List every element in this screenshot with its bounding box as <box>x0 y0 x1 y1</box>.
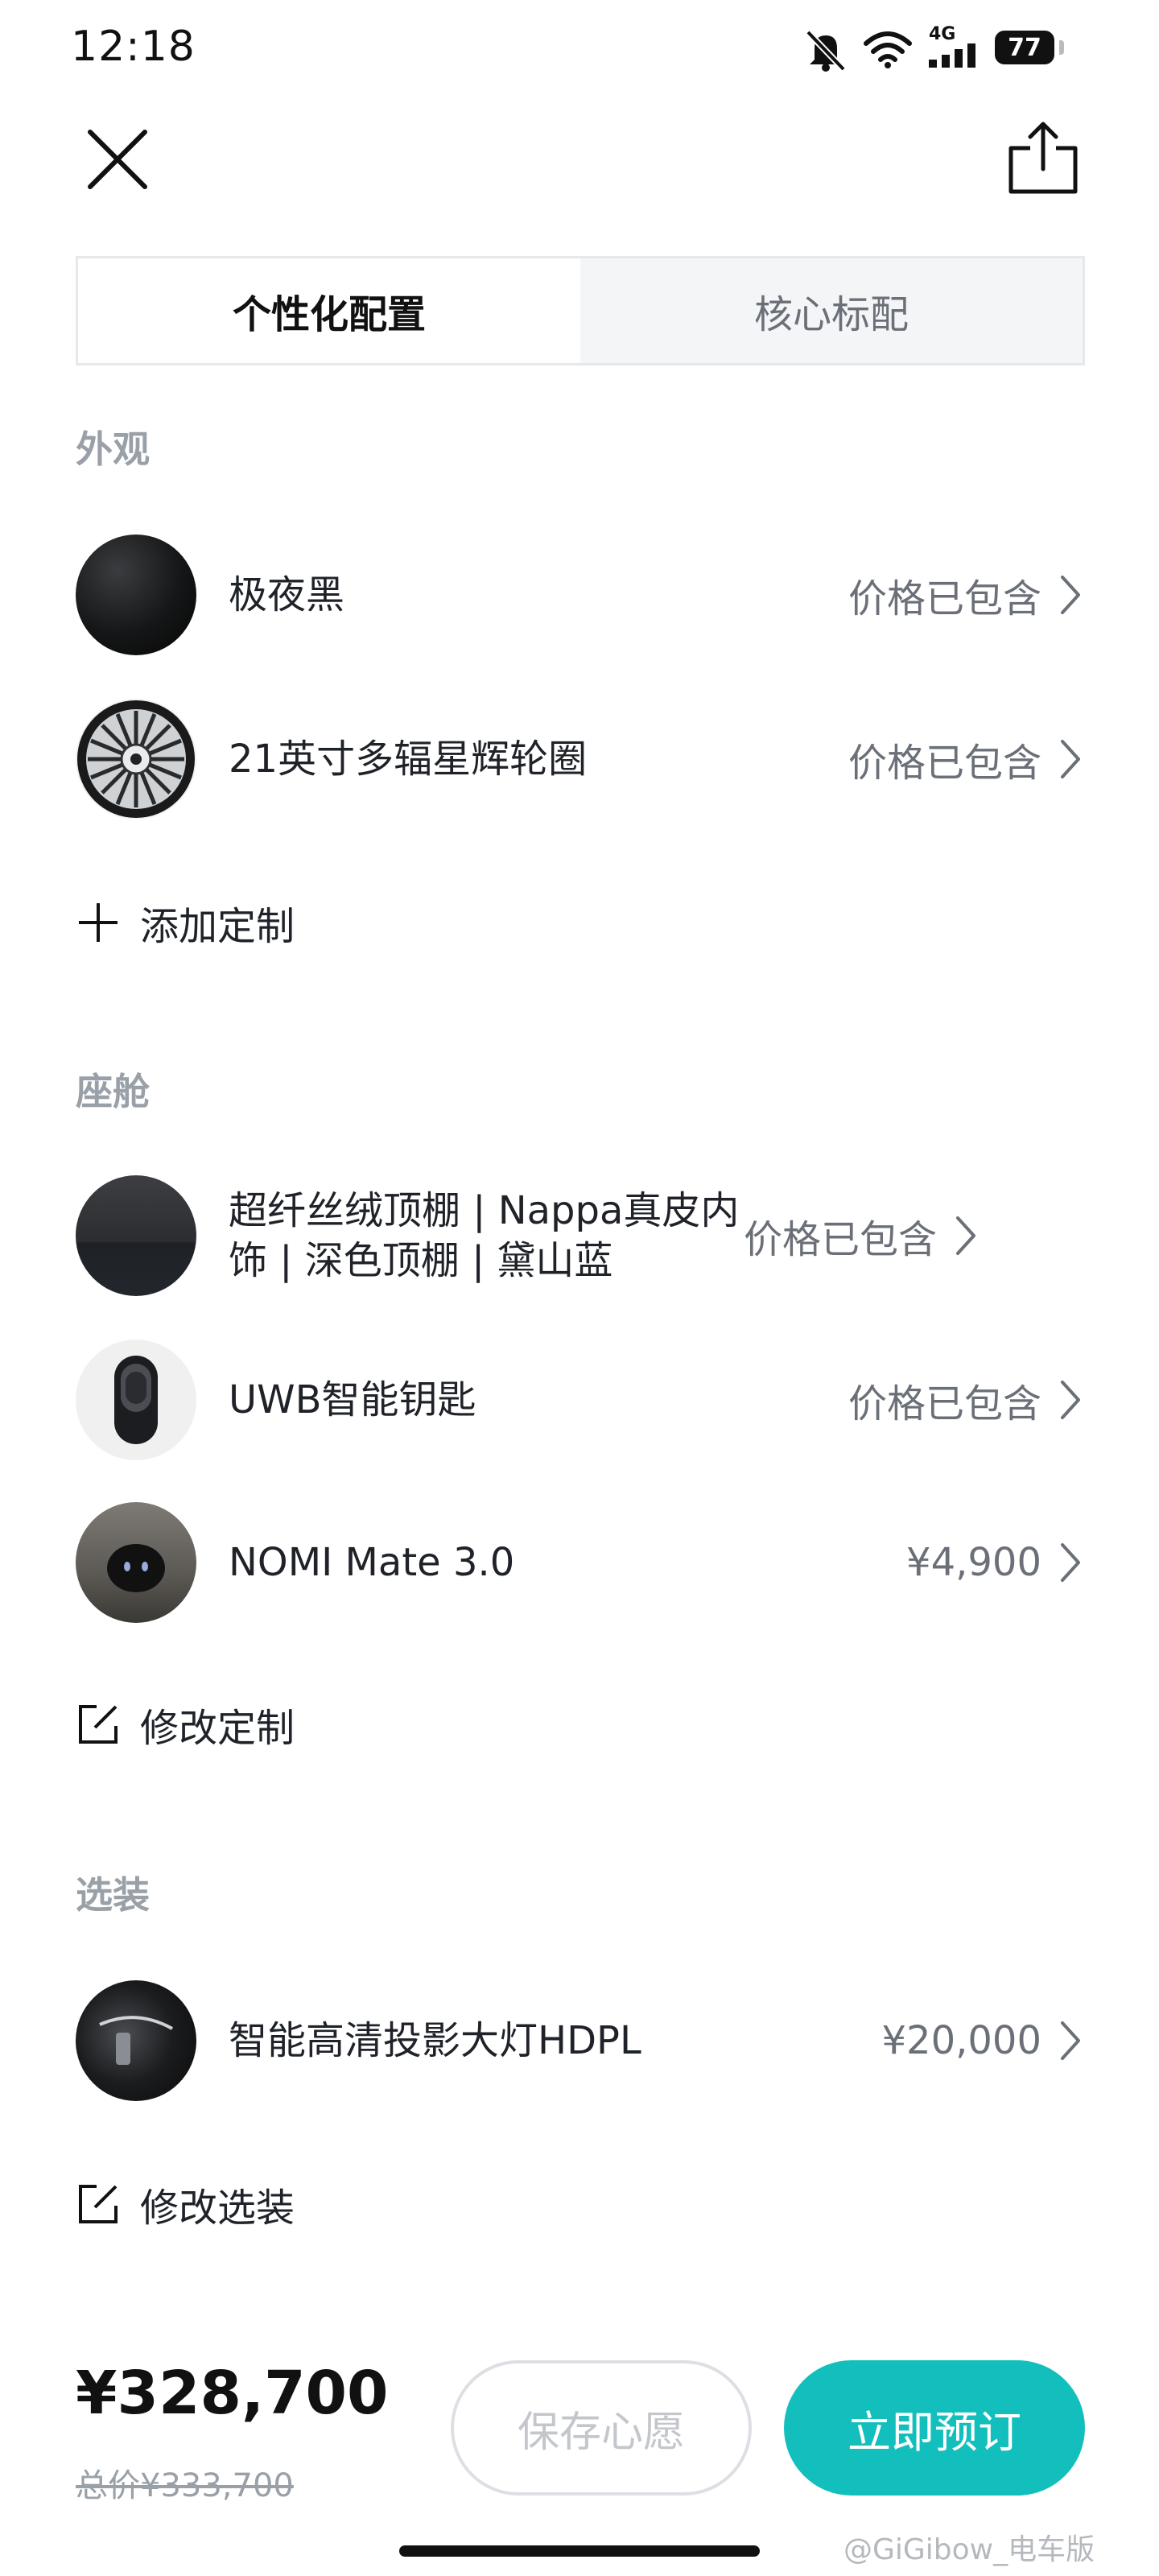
nomi-robot-image <box>107 1544 165 1592</box>
share-button[interactable] <box>1003 119 1083 200</box>
close-button[interactable] <box>80 122 155 196</box>
plus-icon <box>79 903 118 942</box>
config-tabs: 个性化配置 核心标配 <box>76 256 1085 365</box>
home-indicator[interactable] <box>399 2545 760 2557</box>
config-row-label: 智能高清投影大灯HDPL <box>229 2018 641 2063</box>
config-row-price: 价格已包含 <box>848 1381 1041 1426</box>
config-row-price: ¥20,000 <box>881 2018 1042 2063</box>
tab-core-standard[interactable]: 核心标配 <box>580 258 1083 363</box>
add-customization-label: 添加定制 <box>140 904 295 949</box>
headlight-thumbnail <box>76 1980 196 2101</box>
config-row-price: 价格已包含 <box>848 741 1041 786</box>
config-row-label: 21英寸多辐星辉轮圈 <box>229 737 588 782</box>
save-wishlist-button[interactable]: 保存心愿 <box>451 2360 752 2496</box>
section-title-cabin: 座舱 <box>76 1070 150 1113</box>
config-row-smart-key[interactable]: UWB智能钥匙 价格已包含 <box>76 1340 1085 1460</box>
headlight-image <box>99 2016 173 2065</box>
chevron-right-icon <box>1061 2021 1080 2060</box>
interior-fabric-thumbnail <box>76 1175 196 1296</box>
battery-cap <box>1059 40 1064 55</box>
section-title-options: 选装 <box>76 1873 150 1917</box>
total-price: ¥328,700 <box>76 2359 389 2428</box>
smart-key-thumbnail <box>76 1340 196 1460</box>
status-bar: 12:18 4G 77 <box>0 0 1159 97</box>
config-row-price: ¥4,900 <box>906 1540 1041 1585</box>
modify-customization-button[interactable]: 修改定制 <box>76 1692 295 1757</box>
config-row-label: 极夜黑 <box>229 572 345 617</box>
silent-bell-icon <box>806 30 846 72</box>
chevron-right-icon <box>1061 1381 1080 1419</box>
paint-swatch-thumbnail <box>76 535 196 655</box>
config-row-price: 价格已包含 <box>744 1217 938 1262</box>
config-row-label: 超纤丝绒顶棚 | Nappa真皮内饰 | 深色顶棚 | 黛山蓝 <box>229 1188 740 1283</box>
chevron-right-icon <box>956 1216 976 1255</box>
config-row-paint[interactable]: 极夜黑 价格已包含 <box>76 535 1085 655</box>
add-customization-button[interactable]: 添加定制 <box>76 890 295 955</box>
tab-personalized-config[interactable]: 个性化配置 <box>78 258 580 363</box>
config-summary-page: 12:18 4G 77 个性化配置 核心标配 外观 极夜黑 价格已包含 21英寸… <box>0 0 1159 2576</box>
modify-options-label: 修改选装 <box>140 2186 295 2231</box>
config-row-nomi[interactable]: NOMI Mate 3.0 ¥4,900 <box>76 1502 1085 1623</box>
config-row-label: UWB智能钥匙 <box>229 1377 476 1422</box>
wheel-thumbnail <box>76 699 196 819</box>
chevron-right-icon <box>1061 576 1080 614</box>
wheel-rim-image <box>77 700 195 818</box>
share-icon <box>1008 122 1078 194</box>
network-type-label: 4G <box>929 24 956 44</box>
config-row-wheel[interactable]: 21英寸多辐星辉轮圈 价格已包含 <box>76 699 1085 819</box>
config-row-headlight[interactable]: 智能高清投影大灯HDPL ¥20,000 <box>76 1980 1085 2101</box>
edit-icon <box>79 1705 118 1744</box>
section-title-exterior: 外观 <box>76 427 150 471</box>
modify-options-button[interactable]: 修改选装 <box>76 2172 295 2236</box>
nomi-thumbnail <box>76 1502 196 1623</box>
order-now-button[interactable]: 立即预订 <box>784 2360 1085 2496</box>
edit-icon <box>79 2185 118 2223</box>
config-row-interior[interactable]: 超纤丝绒顶棚 | Nappa真皮内饰 | 深色顶棚 | 黛山蓝 价格已包含 <box>76 1175 1085 1296</box>
config-row-label: NOMI Mate 3.0 <box>229 1540 515 1585</box>
config-row-price: 价格已包含 <box>848 576 1041 621</box>
status-time: 12:18 <box>71 23 196 71</box>
modify-customization-label: 修改定制 <box>140 1706 295 1751</box>
wifi-icon <box>864 31 912 68</box>
watermark: @GiGibow_电车版 <box>843 2533 1095 2566</box>
cellular-signal-icon <box>929 43 975 68</box>
chevron-right-icon <box>1061 740 1080 778</box>
smart-key-image <box>114 1356 158 1444</box>
battery-indicator: 77 <box>995 31 1054 64</box>
original-price: 总价¥333,700 <box>76 2467 294 2504</box>
chevron-right-icon <box>1061 1543 1080 1582</box>
close-icon <box>88 130 147 189</box>
